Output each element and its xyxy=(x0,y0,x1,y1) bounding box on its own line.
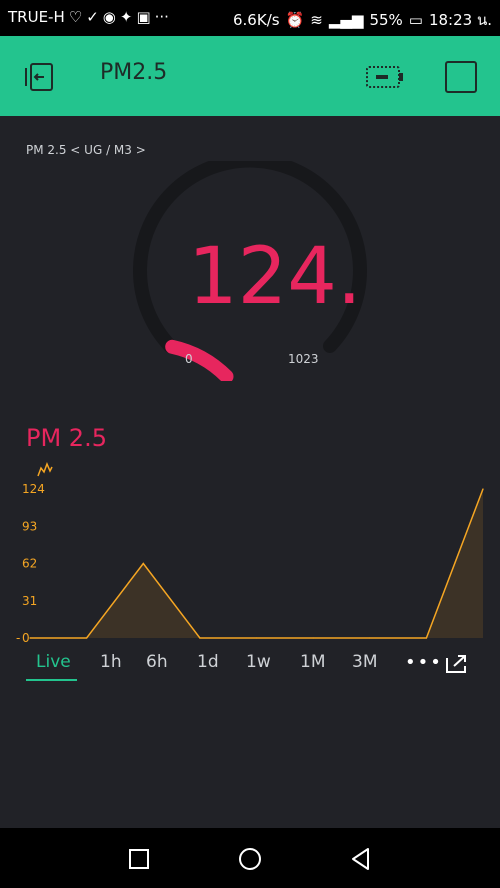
home-icon[interactable] xyxy=(237,846,263,872)
tab-1m[interactable]: 1M xyxy=(300,652,325,672)
data-point xyxy=(86,637,88,639)
data-point xyxy=(312,637,314,639)
data-point xyxy=(255,637,258,639)
gauge-value: 124. xyxy=(188,232,362,322)
page-title: PM2.5 xyxy=(100,60,168,85)
y-tick-label: 93 xyxy=(22,519,37,533)
signal-icon: ▂▄▆ xyxy=(328,11,364,29)
check-icon: ✓ xyxy=(86,8,99,26)
y-tick-label: 62 xyxy=(22,557,37,571)
y-tick-label: 31 xyxy=(22,594,37,608)
data-point xyxy=(369,637,371,639)
clock: 18:23 น. xyxy=(428,11,492,29)
messenger-icon: ◉ xyxy=(102,8,116,26)
data-point xyxy=(425,637,427,639)
gauge-fill xyxy=(165,339,234,381)
tab-1h[interactable]: 1h xyxy=(100,652,122,672)
more-button[interactable]: ••• xyxy=(405,652,443,673)
data-point xyxy=(29,637,31,639)
nav-bar xyxy=(0,828,500,888)
app-header: PM2.5 xyxy=(0,36,500,116)
tab-3m[interactable]: 3M xyxy=(352,652,377,672)
device-icon[interactable] xyxy=(365,64,405,90)
photo-icon: ▣ xyxy=(136,8,151,26)
y-tick-label: 0 xyxy=(22,631,30,645)
dashboard-content: PM 2.5 < UG / M3 > 124. 0 1023 PM 2.5 12… xyxy=(0,116,500,828)
export-icon[interactable] xyxy=(444,654,468,674)
time-range-tabs: Live 1h 6h 1d 1w 1M 3M ••• xyxy=(0,646,500,686)
data-point xyxy=(142,562,144,565)
wifi-icon: ≋ xyxy=(310,11,323,29)
network-speed: 6.6K/s xyxy=(233,11,280,29)
tab-6h[interactable]: 6h xyxy=(146,652,168,672)
tab-1d[interactable]: 1d xyxy=(197,652,219,672)
data-point xyxy=(199,637,201,639)
y-tick-dash: - xyxy=(16,631,20,645)
y-tick-label: 124 xyxy=(22,482,45,496)
battery-icon: ▭ xyxy=(408,11,423,29)
more-notifications-icon: ··· xyxy=(154,8,169,26)
stop-button[interactable] xyxy=(445,61,477,93)
line-chart: 124 93 62 31 0- xyxy=(16,482,484,645)
status-left: TRUE-H ♡ ✓ ◉ ✦ ▣ ··· xyxy=(8,8,169,26)
back-icon[interactable] xyxy=(22,60,56,94)
twitter-icon: ✦ xyxy=(119,8,133,26)
status-bar: TRUE-H ♡ ✓ ◉ ✦ ▣ ··· 6.6K/s ⏰ ≋ ▂▄▆ 55% … xyxy=(0,0,500,36)
gauge-label: PM 2.5 < UG / M3 > xyxy=(26,143,146,157)
gauge-min: 0 xyxy=(185,352,193,366)
active-tab-indicator xyxy=(26,679,77,681)
gauge-max: 1023 xyxy=(288,352,319,366)
series-area xyxy=(30,489,483,638)
tab-1w[interactable]: 1w xyxy=(246,652,271,672)
heart-rate-icon: ♡ xyxy=(68,8,83,26)
chart-title: PM 2.5 xyxy=(26,424,107,452)
data-point xyxy=(482,488,484,490)
recents-icon[interactable] xyxy=(126,846,152,872)
status-right: 6.6K/s ⏰ ≋ ▂▄▆ 55% ▭ 18:23 น. xyxy=(233,8,492,32)
tab-live[interactable]: Live xyxy=(36,652,71,672)
alarm-icon: ⏰ xyxy=(285,11,305,29)
carrier-name: TRUE-H xyxy=(8,8,65,26)
battery-percent: 55% xyxy=(369,11,403,29)
series-line xyxy=(30,488,484,639)
back-nav-icon[interactable] xyxy=(348,846,374,872)
